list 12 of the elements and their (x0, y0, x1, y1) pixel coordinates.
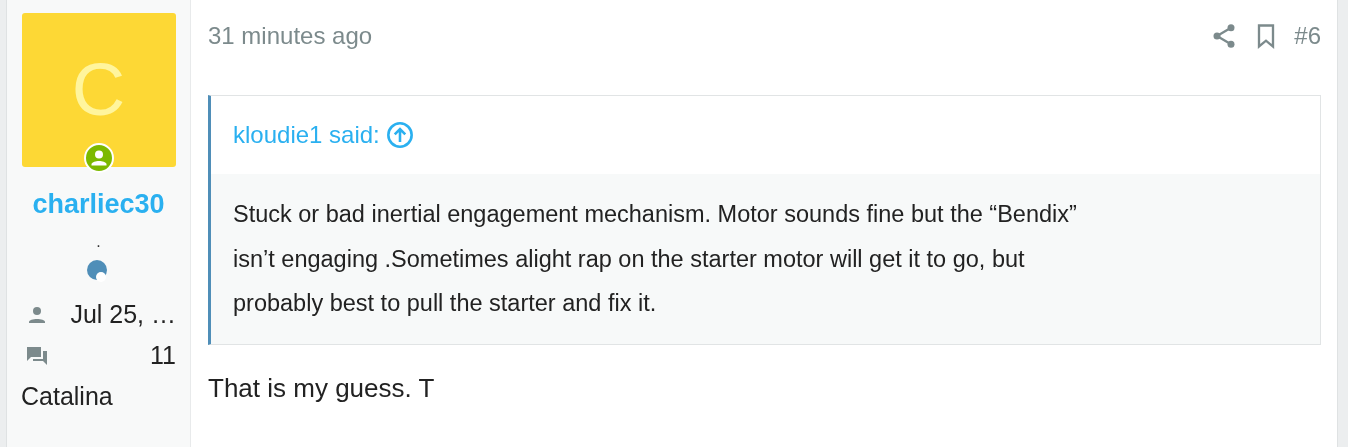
message-count: 11 (150, 341, 176, 370)
avatar-letter: C (71, 53, 126, 127)
avatar[interactable]: C (21, 13, 176, 167)
post-body: That is my guess. T (208, 372, 436, 404)
user-title: . (96, 234, 101, 250)
post-time[interactable]: 31 minutes ago (208, 22, 1211, 50)
joined-date: Jul 25, … (70, 300, 176, 329)
post-number[interactable]: #6 (1294, 22, 1321, 50)
quote-text: Stuck or bad inertial engagement mechanism. Motor sounds fine but the “Bendix” isn’t engaging .Sometimes alight rap on the starter motor will get it to go, but probably best to pull the starter and fix it. (211, 174, 1320, 344)
username-link[interactable]: charliec30 (32, 189, 165, 220)
quote-author-link[interactable]: kloudie1 said: (233, 121, 380, 149)
user-location: Catalina (20, 382, 114, 411)
